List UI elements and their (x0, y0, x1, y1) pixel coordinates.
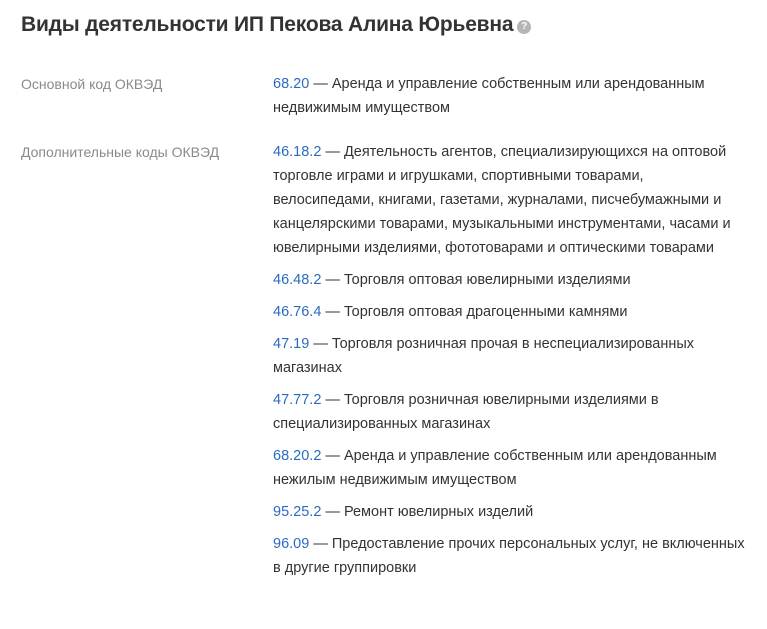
extra-okved-section: Дополнительные коды ОКВЭД 46.18.2 — Деят… (21, 140, 751, 588)
okved-code-link[interactable]: 68.20 (273, 76, 309, 92)
main-okved-items: 68.20 — Аренда и управление собственным … (273, 72, 747, 128)
okved-code-link[interactable]: 46.48.2 (273, 272, 321, 288)
title-row: Виды деятельности ИП Пекова Алина Юрьевн… (21, 10, 532, 40)
okved-item: 47.77.2 — Торговля розничная ювелирными … (273, 388, 747, 436)
okved-item: 68.20 — Аренда и управление собственным … (273, 72, 747, 120)
okved-code-link[interactable]: 95.25.2 (273, 504, 321, 520)
okved-item: 47.19 — Торговля розничная прочая в несп… (273, 332, 747, 380)
page-title: Виды деятельности ИП Пекова Алина Юрьевн… (21, 13, 514, 36)
extra-okved-items: 46.18.2 — Деятельность агентов, специали… (273, 140, 747, 588)
okved-code-link[interactable]: 47.77.2 (273, 392, 321, 408)
okved-description: — Аренда и управление собственным или ар… (273, 448, 717, 488)
okved-item: 46.18.2 — Деятельность агентов, специали… (273, 140, 747, 260)
question-circle-icon[interactable]: ? (517, 19, 532, 34)
okved-description: — Деятельность агентов, специализирующих… (273, 144, 731, 256)
okved-item: 68.20.2 — Аренда и управление собственны… (273, 444, 747, 492)
okved-code-link[interactable]: 96.09 (273, 536, 309, 552)
okved-description: — Ремонт ювелирных изделий (321, 504, 534, 520)
okved-item: 95.25.2 — Ремонт ювелирных изделий (273, 500, 747, 524)
main-okved-label: Основной код ОКВЭД (21, 76, 163, 92)
okved-code-link[interactable]: 47.19 (273, 336, 309, 352)
main-okved-section: Основной код ОКВЭД 68.20 — Аренда и упра… (21, 72, 751, 128)
okved-item: 96.09 — Предоставление прочих персональн… (273, 532, 747, 580)
okved-code-link[interactable]: 46.18.2 (273, 144, 321, 160)
okved-description: — Торговля оптовая драгоценными камнями (321, 304, 628, 320)
extra-okved-label: Дополнительные коды ОКВЭД (21, 144, 220, 160)
okved-description: — Торговля розничная ювелирными изделиям… (273, 392, 659, 432)
okved-item: 46.48.2 — Торговля оптовая ювелирными из… (273, 268, 747, 292)
okved-description: — Торговля розничная прочая в неспециали… (273, 336, 695, 376)
okved-code-link[interactable]: 46.76.4 (273, 304, 321, 320)
okved-description: — Предоставление прочих персональных усл… (273, 536, 745, 576)
okved-description: — Торговля оптовая ювелирными изделиями (321, 272, 631, 288)
okved-code-link[interactable]: 68.20.2 (273, 448, 321, 464)
okved-description: — Аренда и управление собственным или ар… (273, 76, 705, 116)
okved-item: 46.76.4 — Торговля оптовая драгоценными … (273, 300, 747, 324)
